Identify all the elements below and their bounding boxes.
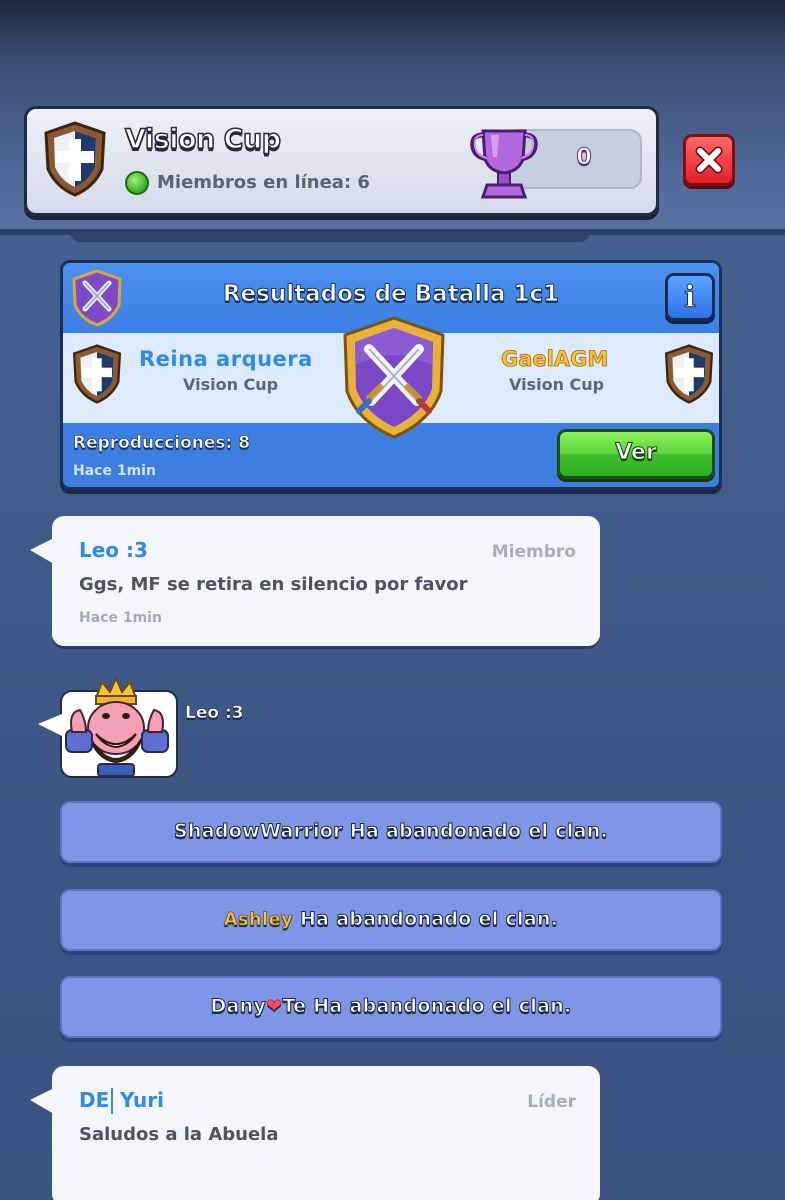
clan-trophy-box: 0 (470, 129, 642, 199)
clan-trophy-count: 0 (576, 145, 592, 171)
previous-message-edge (70, 232, 590, 242)
message-author[interactable]: Leo :3 (79, 538, 148, 562)
system-message-suffix: Ha abandonado el clan. (293, 908, 559, 931)
replay-count: Reproducciones: 8 (73, 433, 251, 454)
heart-icon: ❤ (266, 995, 283, 1018)
system-message-suffix: Ha abandonado el clan. (342, 820, 609, 843)
battle-title: Resultados de Batalla 1c1 (222, 281, 560, 308)
watch-replay-label: Ver (615, 440, 658, 466)
system-message: ShadowWarrior Ha abandonado el clan. (60, 801, 722, 863)
message-author-tag[interactable]: DE (79, 1088, 109, 1112)
message-text: Saludos a la Abuela (79, 1124, 279, 1145)
message-author-role: Miembro (491, 542, 576, 562)
author-tag-divider (111, 1088, 113, 1114)
player1-name[interactable]: Reina arquera (139, 347, 313, 371)
info-button[interactable]: i (665, 273, 715, 321)
online-status-icon (125, 171, 149, 195)
watch-replay-button[interactable]: Ver (557, 429, 715, 479)
clan-badge-icon (44, 121, 106, 197)
emote-author[interactable]: Leo :3 (185, 703, 244, 724)
player2-clan: Vision Cup (509, 375, 605, 394)
system-message-text: Dany❤Te Ha abandonado el clan. (62, 995, 720, 1018)
online-members-text: Miembros en línea: 6 (157, 172, 370, 193)
message-text: Ggs, MF se retira en silencio por favor (79, 574, 468, 595)
system-message: Dany❤Te Ha abandonado el clan. (60, 976, 722, 1038)
system-message-suffix: Te Ha abandonado el clan. (282, 995, 572, 1018)
player2-clan-badge-icon (664, 344, 714, 404)
battle-timestamp: Hace 1min (73, 463, 156, 479)
system-message-text: ShadowWarrior Ha abandonado el clan. (62, 820, 720, 843)
player2-name[interactable]: GaelAGM (501, 347, 609, 372)
trophy-icon (470, 129, 538, 199)
battle-result-card[interactable]: Resultados de Batalla 1c1 i Reina arquer… (60, 260, 722, 490)
chat-message[interactable]: Leo :3 Miembro Ggs, MF se retira en sile… (30, 516, 600, 646)
player1-clan-badge-icon (72, 344, 122, 404)
system-message: Ashley Ha abandonado el clan. (60, 889, 722, 951)
player1-clan: Vision Cup (183, 375, 279, 394)
info-icon: i (684, 280, 696, 316)
system-player-name: Ashley (223, 909, 294, 931)
clan-header[interactable]: Vision Cup Miembros en línea: 6 0 (24, 106, 659, 216)
system-message-text: Ashley Ha abandonado el clan. (62, 908, 720, 931)
system-player-name: ShadowWarrior (173, 820, 343, 843)
message-author[interactable]: Yuri (120, 1088, 164, 1112)
message-timestamp: Hace 1min (79, 610, 162, 626)
king-thumbs-up-emote-icon (65, 676, 169, 777)
system-player-name: Dany (210, 995, 267, 1018)
close-icon (695, 146, 723, 174)
message-author-role: Líder (527, 1092, 576, 1112)
close-button[interactable] (683, 134, 735, 186)
battle-crossed-swords-icon (343, 316, 445, 439)
chat-message[interactable]: DE Yuri Líder Saludos a la Abuela (30, 1066, 600, 1200)
clan-name: Vision Cup (124, 123, 282, 156)
